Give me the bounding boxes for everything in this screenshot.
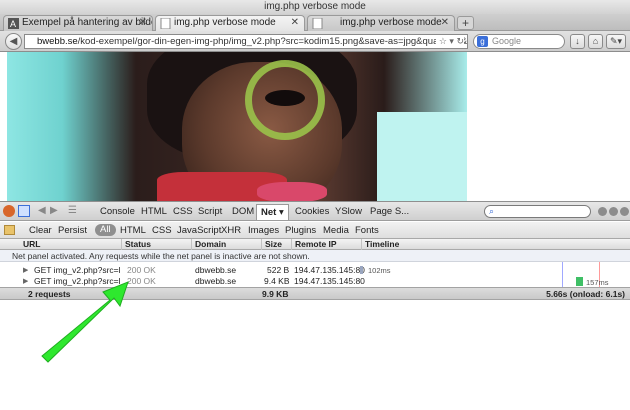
- request-size: 522 B: [267, 265, 290, 275]
- net-summary-row: 2 requests 9.9 KB 5.66s (onload: 6.1s): [0, 287, 630, 300]
- firebug-button[interactable]: ✎▾: [606, 34, 626, 49]
- window-title: img.php verbose mode: [0, 0, 630, 14]
- request-ip: 194.47.135.145:80: [294, 276, 365, 286]
- minimize-icon[interactable]: [598, 207, 607, 216]
- back-button[interactable]: ◀: [5, 33, 22, 50]
- col-status[interactable]: Status: [122, 239, 192, 250]
- request-url: GET img_v2.php?src=kod: [34, 276, 120, 286]
- filter-xhr[interactable]: XHR: [221, 225, 241, 236]
- timeline-bar: [360, 266, 363, 274]
- total-size: 9.9 KB: [262, 289, 289, 299]
- table-row[interactable]: ▶ GET img_v2.php?src=kod 200 OK dbwebb.s…: [0, 276, 630, 287]
- timeline-label: 102ms: [368, 266, 391, 275]
- reload-icon[interactable]: ☆ ▾ ↻: [435, 35, 464, 48]
- tab-css[interactable]: CSS: [173, 206, 193, 217]
- close-icon[interactable]: ✕: [139, 16, 147, 30]
- timeline-label: 157ms: [586, 278, 609, 287]
- tab-console[interactable]: Console: [100, 206, 135, 217]
- tab-html[interactable]: HTML: [141, 206, 167, 217]
- tab-script[interactable]: Script: [198, 206, 222, 217]
- request-size: 9.4 KB: [264, 276, 290, 286]
- filter-images[interactable]: Images: [248, 225, 279, 236]
- request-ip: 194.47.135.145:80: [294, 265, 365, 275]
- total-timing: 5.66s (onload: 6.1s): [546, 289, 625, 299]
- tab-label: Exempel på hantering av bilder ...: [22, 17, 152, 28]
- tab-strip: A Exempel på hantering av bilder ... ✕ i…: [0, 14, 630, 31]
- page-icon: [312, 18, 323, 29]
- net-info-message: Net panel activated. Any requests while …: [0, 250, 630, 262]
- tab-page-speed[interactable]: Page S...: [370, 206, 409, 217]
- tab-dom[interactable]: DOM: [232, 206, 254, 217]
- url-host: bwebb.se: [37, 36, 78, 47]
- url-field[interactable]: bwebb.se/kod-exempel/gor-din-egen-img-ph…: [24, 34, 468, 49]
- clear-button[interactable]: Clear: [29, 225, 52, 236]
- col-size[interactable]: Size: [262, 239, 292, 250]
- persist-button[interactable]: Persist: [58, 225, 87, 236]
- tab-verbose-active[interactable]: img.php verbose mode ✕: [155, 15, 305, 31]
- filter-css[interactable]: CSS: [152, 225, 172, 236]
- filter-plugins[interactable]: Plugins: [285, 225, 316, 236]
- detach-icon[interactable]: [609, 207, 618, 216]
- tab-label: img.php verbose mode: [174, 17, 276, 28]
- firebug-search-input[interactable]: ⌕: [484, 205, 591, 218]
- tab-verbose-2[interactable]: img.php verbose mode ✕: [307, 15, 455, 31]
- timeline-domcontent-line: [562, 262, 563, 287]
- net-filter-bar: Clear Persist All HTML CSS JavaScript XH…: [0, 222, 630, 239]
- search-input[interactable]: g Google: [473, 34, 565, 49]
- expand-icon[interactable]: ▶: [23, 265, 28, 276]
- col-domain[interactable]: Domain: [192, 239, 262, 250]
- firebug-icon[interactable]: [3, 205, 15, 217]
- back-arrow-icon[interactable]: ◀: [38, 205, 46, 216]
- timeline-bar: [576, 277, 583, 286]
- navigation-bar: ◀ bwebb.se/kod-exempel/gor-din-egen-img-…: [0, 31, 630, 52]
- close-icon[interactable]: ✕: [291, 16, 299, 30]
- net-table-header: URL Status Domain Size Remote IP Timelin…: [0, 239, 630, 250]
- request-count: 2 requests: [28, 289, 71, 299]
- site-a-icon: A: [8, 18, 19, 29]
- request-domain: dbwebb.se: [195, 265, 237, 275]
- tab-label: img.php verbose mode: [340, 17, 442, 28]
- tab-yslow[interactable]: YSlow: [335, 206, 362, 217]
- request-status: 200 OK: [127, 265, 156, 275]
- forward-arrow-icon[interactable]: ▶: [50, 205, 58, 216]
- filter-fonts[interactable]: Fonts: [355, 225, 379, 236]
- filter-all[interactable]: All: [95, 224, 116, 236]
- svg-text:A: A: [10, 19, 16, 29]
- tab-cookies[interactable]: Cookies: [295, 206, 329, 217]
- url-path: /kod-exempel/gor-din-egen-img-php/img_v2…: [77, 36, 468, 47]
- new-tab-button[interactable]: +: [457, 16, 474, 30]
- browser-window: img.php verbose mode A Exempel på hanter…: [0, 0, 630, 410]
- request-status: 200 OK: [127, 276, 156, 286]
- google-icon: g: [477, 36, 488, 47]
- tab-net[interactable]: Net ▾: [256, 204, 289, 220]
- search-placeholder: Google: [492, 36, 522, 46]
- close-icon[interactable]: [620, 207, 629, 216]
- col-remote-ip[interactable]: Remote IP: [292, 239, 362, 250]
- request-domain: dbwebb.se: [195, 276, 237, 286]
- tab-examples[interactable]: A Exempel på hantering av bilder ... ✕: [3, 15, 153, 31]
- download-button[interactable]: ↓: [570, 34, 585, 49]
- filter-menu-icon[interactable]: [4, 225, 15, 235]
- table-row[interactable]: ▶ GET img_v2.php?src=kod 200 OK dbwebb.s…: [0, 265, 630, 276]
- filter-html[interactable]: HTML: [120, 225, 146, 236]
- home-button[interactable]: ⌂: [588, 34, 603, 49]
- menu-icon[interactable]: ☰: [68, 205, 77, 216]
- expand-icon[interactable]: ▶: [23, 276, 28, 287]
- inspect-icon[interactable]: [18, 205, 30, 217]
- verbose-image: [7, 52, 467, 201]
- filter-media[interactable]: Media: [323, 225, 349, 236]
- col-timeline[interactable]: Timeline: [362, 239, 630, 250]
- request-url: GET img_v2.php?src=kod: [34, 265, 120, 275]
- page-content: [0, 52, 630, 201]
- firebug-toolbar: ◀ ▶ ☰ Console HTML CSS Script DOM Net ▾ …: [0, 201, 630, 221]
- filter-javascript[interactable]: JavaScript: [177, 225, 221, 236]
- page-icon: [160, 18, 171, 29]
- col-url[interactable]: URL: [20, 239, 122, 250]
- close-icon[interactable]: ✕: [441, 16, 449, 30]
